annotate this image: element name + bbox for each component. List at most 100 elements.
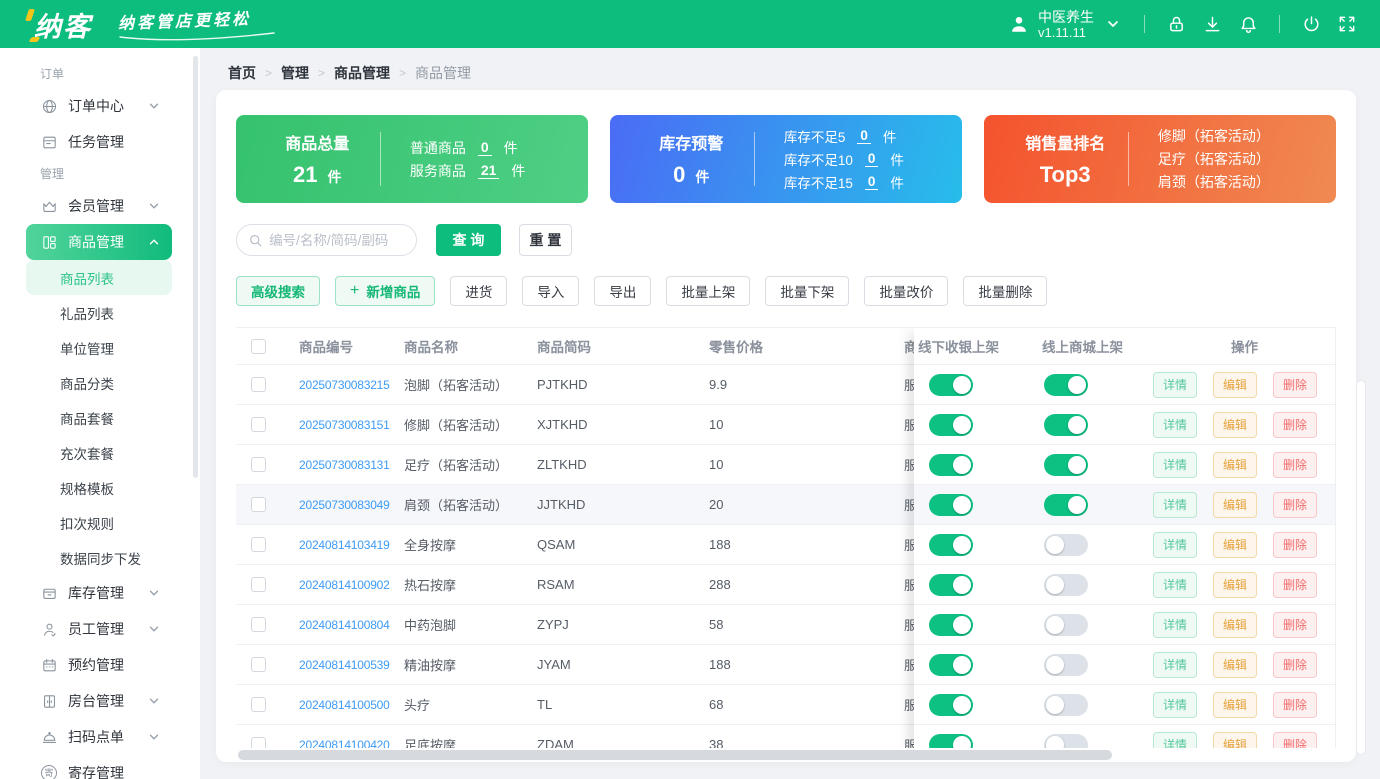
row-checkbox[interactable] xyxy=(251,417,266,432)
online-mall-toggle[interactable] xyxy=(1044,613,1088,636)
detail-button[interactable]: 详情 xyxy=(1153,371,1197,398)
toolbar-button-4[interactable]: 导出 xyxy=(594,276,652,306)
delete-button[interactable]: 删除 xyxy=(1273,451,1317,478)
edit-button[interactable]: 编辑 xyxy=(1213,371,1257,398)
product-id-link[interactable]: 20250730083049 xyxy=(289,498,394,512)
power-icon[interactable] xyxy=(1300,13,1322,35)
download-icon[interactable] xyxy=(1201,13,1223,35)
sidebar-item-1-0[interactable]: 会员管理 xyxy=(26,188,172,224)
sidebar-item-0-0[interactable]: 订单中心 xyxy=(26,88,172,124)
brand-logo[interactable]: 纳客 xyxy=(25,5,92,44)
row-checkbox[interactable] xyxy=(251,457,266,472)
sidebar-item-0-1[interactable]: 任务管理 xyxy=(26,124,172,160)
online-mall-toggle[interactable] xyxy=(1044,573,1088,596)
sidebar-subitem-3[interactable]: 商品分类 xyxy=(26,365,172,400)
toolbar-button-2[interactable]: 进货 xyxy=(450,276,508,306)
toolbar-button-7[interactable]: 批量改价 xyxy=(864,276,949,306)
sidebar-subitem-2[interactable]: 单位管理 xyxy=(26,330,172,365)
sidebar-item-1-3[interactable]: 员工管理 xyxy=(26,611,172,647)
delete-button[interactable]: 删除 xyxy=(1273,611,1317,638)
online-mall-toggle[interactable] xyxy=(1044,413,1088,436)
offline-pos-toggle[interactable] xyxy=(929,453,973,476)
edit-button[interactable]: 编辑 xyxy=(1213,571,1257,598)
edit-button[interactable]: 编辑 xyxy=(1213,691,1257,718)
sidebar-item-1-6[interactable]: 扫码点单 xyxy=(26,719,172,755)
product-id-link[interactable]: 20240814100902 xyxy=(289,578,394,592)
edit-button[interactable]: 编辑 xyxy=(1213,451,1257,478)
sidebar-scrollbar[interactable] xyxy=(193,56,198,478)
fullscreen-icon[interactable] xyxy=(1336,13,1358,35)
delete-button[interactable]: 删除 xyxy=(1273,491,1317,518)
row-checkbox[interactable] xyxy=(251,657,266,672)
product-id-link[interactable]: 20240814103419 xyxy=(289,538,394,552)
column-header[interactable]: 商品简码 xyxy=(527,336,699,356)
offline-pos-toggle[interactable] xyxy=(929,413,973,436)
edit-button[interactable]: 编辑 xyxy=(1213,491,1257,518)
toolbar-button-3[interactable]: 导入 xyxy=(522,276,580,306)
sidebar-item-1-5[interactable]: 房台管理 xyxy=(26,683,172,719)
stat-line-value[interactable]: 0 xyxy=(857,128,871,144)
edit-button[interactable]: 编辑 xyxy=(1213,411,1257,438)
toolbar-button-0[interactable]: 高级搜索 xyxy=(236,276,320,306)
bell-icon[interactable] xyxy=(1237,13,1259,35)
column-header[interactable]: 商品名称 xyxy=(394,336,527,356)
offline-pos-toggle[interactable] xyxy=(929,653,973,676)
toolbar-button-6[interactable]: 批量下架 xyxy=(765,276,850,306)
stat-line-value[interactable]: 21 xyxy=(477,162,500,179)
reset-button[interactable]: 重 置 xyxy=(519,224,572,256)
detail-button[interactable]: 详情 xyxy=(1153,451,1197,478)
sidebar-item-1-1[interactable]: 商品管理 xyxy=(26,224,172,260)
row-checkbox[interactable] xyxy=(251,617,266,632)
online-mall-toggle[interactable] xyxy=(1044,453,1088,476)
breadcrumb-item-2[interactable]: 商品管理 xyxy=(334,63,390,83)
sidebar-subitem-0[interactable]: 商品列表 xyxy=(26,260,172,295)
lock-icon[interactable] xyxy=(1165,13,1187,35)
delete-button[interactable]: 删除 xyxy=(1273,371,1317,398)
detail-button[interactable]: 详情 xyxy=(1153,571,1197,598)
sidebar-item-1-2[interactable]: 库存管理 xyxy=(26,575,172,611)
offline-pos-toggle[interactable] xyxy=(929,533,973,556)
detail-button[interactable]: 详情 xyxy=(1153,691,1197,718)
sidebar-subitem-7[interactable]: 扣次规则 xyxy=(26,505,172,540)
row-checkbox[interactable] xyxy=(251,537,266,552)
column-header[interactable]: 线下收银上架 xyxy=(914,336,1032,356)
detail-button[interactable]: 详情 xyxy=(1153,491,1197,518)
sidebar-subitem-1[interactable]: 礼品列表 xyxy=(26,295,172,330)
online-mall-toggle[interactable] xyxy=(1044,493,1088,516)
search-input[interactable] xyxy=(269,232,404,248)
offline-pos-toggle[interactable] xyxy=(929,373,973,396)
page-vertical-scrollbar-thumb[interactable] xyxy=(1356,380,1366,755)
user-menu[interactable]: 中医养生 v1.11.11 xyxy=(1008,9,1124,40)
toolbar-button-8[interactable]: 批量删除 xyxy=(963,276,1048,306)
offline-pos-toggle[interactable] xyxy=(929,493,973,516)
sidebar-subitem-6[interactable]: 规格模板 xyxy=(26,470,172,505)
delete-button[interactable]: 删除 xyxy=(1273,691,1317,718)
row-checkbox[interactable] xyxy=(251,577,266,592)
edit-button[interactable]: 编辑 xyxy=(1213,611,1257,638)
query-button[interactable]: 查 询 xyxy=(436,224,501,256)
detail-button[interactable]: 详情 xyxy=(1153,651,1197,678)
product-id-link[interactable]: 20240814100539 xyxy=(289,658,394,672)
stat-line-value[interactable]: 0 xyxy=(864,151,879,167)
sidebar-item-1-4[interactable]: 预约管理 xyxy=(26,647,172,683)
toolbar-button-5[interactable]: 批量上架 xyxy=(666,276,751,306)
offline-pos-toggle[interactable] xyxy=(929,573,973,596)
row-checkbox[interactable] xyxy=(251,377,266,392)
product-id-link[interactable]: 20250730083215 xyxy=(289,378,394,392)
delete-button[interactable]: 删除 xyxy=(1273,571,1317,598)
edit-button[interactable]: 编辑 xyxy=(1213,531,1257,558)
sidebar-subitem-5[interactable]: 充次套餐 xyxy=(26,435,172,470)
detail-button[interactable]: 详情 xyxy=(1153,531,1197,558)
row-checkbox[interactable] xyxy=(251,697,266,712)
breadcrumb-item-1[interactable]: 管理 xyxy=(281,63,309,83)
product-id-link[interactable]: 20240814100500 xyxy=(289,698,394,712)
offline-pos-toggle[interactable] xyxy=(929,613,973,636)
select-all-checkbox[interactable] xyxy=(251,338,266,354)
offline-pos-toggle[interactable] xyxy=(929,693,973,716)
product-id-link[interactable]: 20250730083151 xyxy=(289,418,394,432)
stat-line-value[interactable]: 0 xyxy=(864,174,879,190)
stat-line-value[interactable]: 0 xyxy=(477,139,492,156)
delete-button[interactable]: 删除 xyxy=(1273,531,1317,558)
online-mall-toggle[interactable] xyxy=(1044,693,1088,716)
online-mall-toggle[interactable] xyxy=(1044,653,1088,676)
